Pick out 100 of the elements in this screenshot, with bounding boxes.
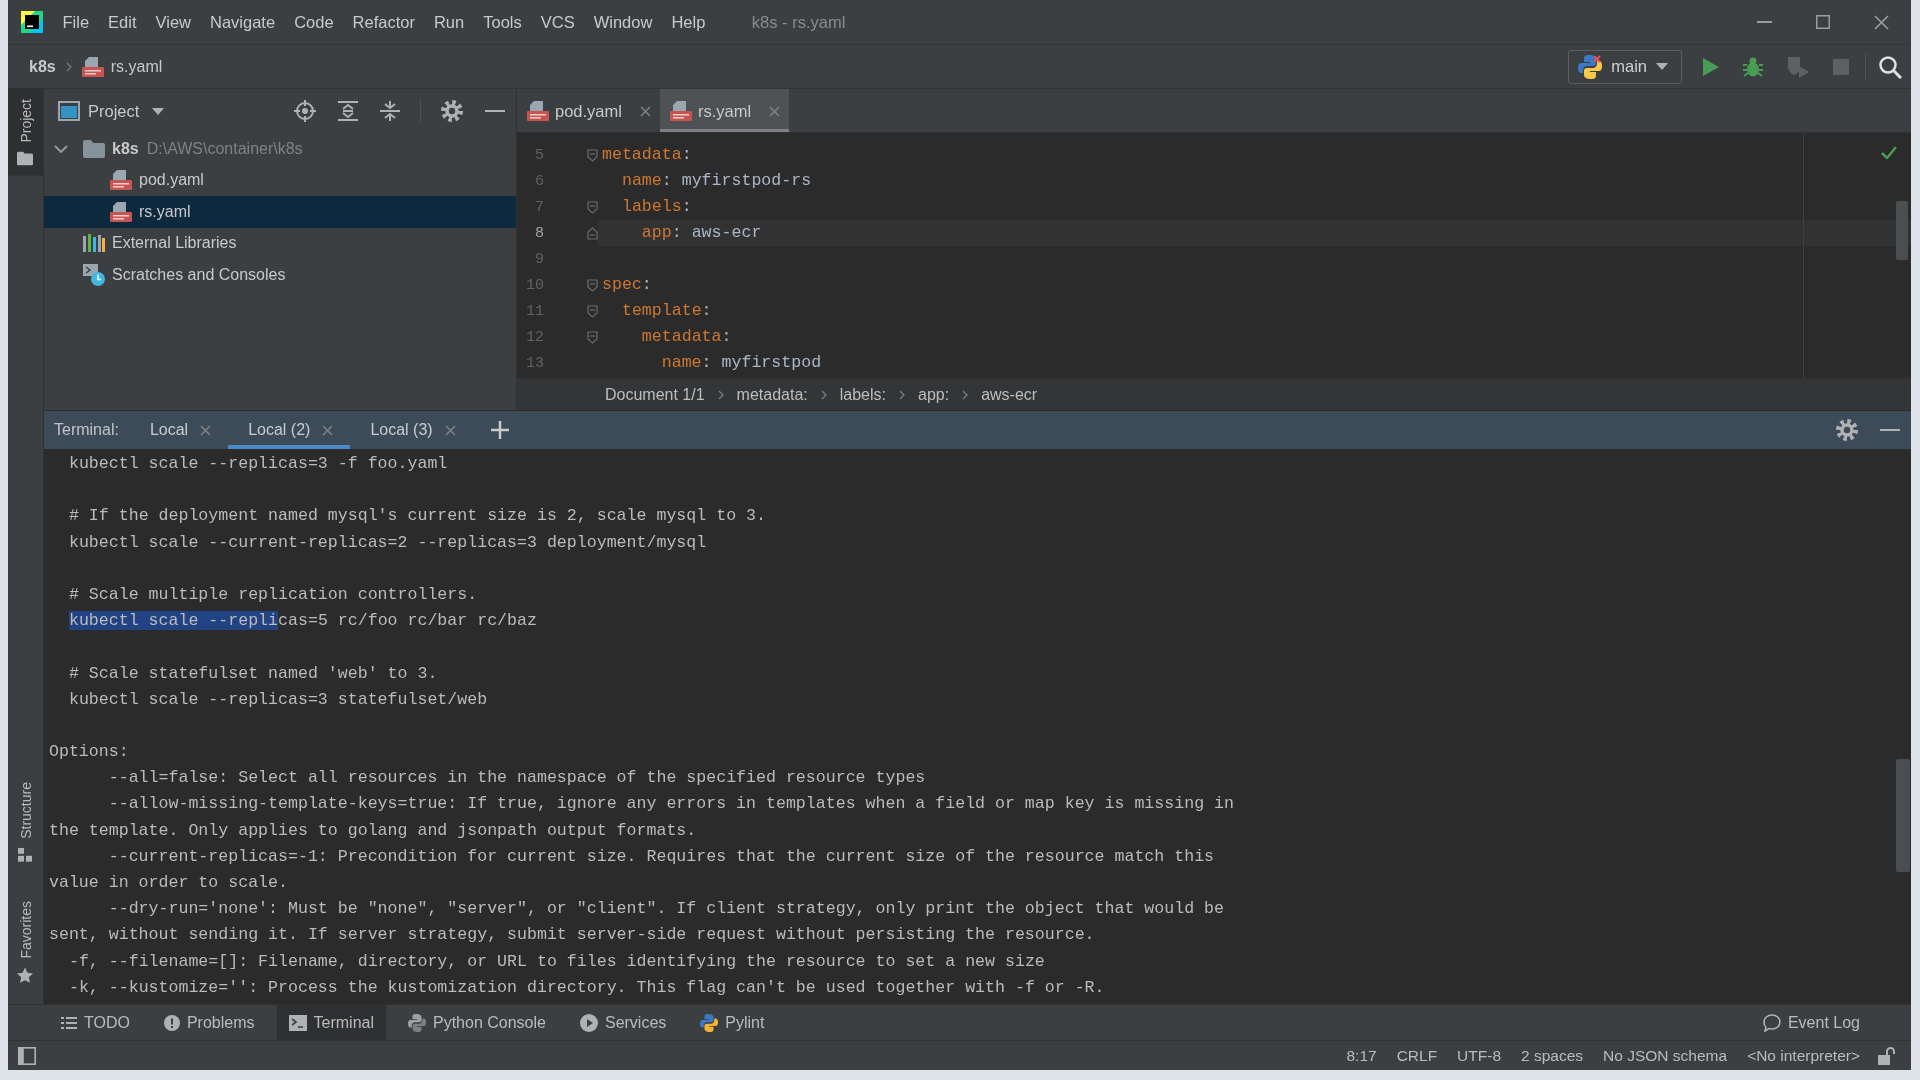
menu-item[interactable]: Run xyxy=(424,8,474,36)
status-item[interactable]: No JSON schema xyxy=(1593,1046,1738,1065)
search-icon[interactable] xyxy=(1878,54,1902,79)
crosshair-icon[interactable] xyxy=(294,100,316,122)
menu-item[interactable]: Refactor xyxy=(343,8,425,36)
run-icon[interactable] xyxy=(1703,57,1719,76)
tool-window-button[interactable]: Python Console xyxy=(396,1005,558,1040)
event-log-button[interactable]: Event Log xyxy=(1750,1005,1872,1040)
scrollbar-thumb[interactable] xyxy=(1896,201,1908,260)
shield-play-icon[interactable] xyxy=(1787,55,1809,78)
breadcrumb[interactable]: app: xyxy=(918,385,950,404)
chevron-down-icon[interactable] xyxy=(54,144,68,153)
fold-marker-icon[interactable] xyxy=(587,226,598,240)
terminal-line: -k, --kustomize='': Process the kustomization directory. This flag can't be used together with -f or -R. xyxy=(68,977,1105,997)
menu-item[interactable]: VCS xyxy=(531,8,585,36)
yaml-file-icon xyxy=(81,56,104,77)
yaml-file-icon xyxy=(527,101,549,121)
panel-title: Terminal: xyxy=(54,421,119,439)
code-line: labels: xyxy=(621,197,692,216)
menu-item[interactable]: File xyxy=(53,8,99,36)
menu-item[interactable]: Code xyxy=(284,8,344,36)
menu-item[interactable]: Help xyxy=(661,8,715,36)
tool-window-button[interactable]: TODO xyxy=(49,1005,142,1040)
breadcrumb[interactable]: aws-ecr xyxy=(981,385,1038,404)
fold-marker-icon[interactable] xyxy=(587,200,598,214)
tree-item[interactable]: Scratches and Consoles xyxy=(44,259,516,291)
padlock-icon[interactable] xyxy=(1878,1046,1895,1065)
status-item[interactable]: 8:17 xyxy=(1336,1046,1387,1065)
menu-item[interactable]: Window xyxy=(584,8,662,36)
editor-tab[interactable]: rs.yaml xyxy=(659,89,790,132)
status-item[interactable]: UTF-8 xyxy=(1447,1046,1512,1065)
caret-down-icon xyxy=(152,107,165,115)
stop-icon[interactable] xyxy=(1833,58,1849,75)
folder-icon xyxy=(17,151,34,166)
tool-window-button[interactable]: Pylint xyxy=(688,1005,777,1040)
speech-bubble-icon xyxy=(1762,1013,1781,1032)
tool-window-tab[interactable]: Favorites xyxy=(8,891,43,994)
terminal-tab[interactable]: Local xyxy=(129,411,229,449)
close-icon[interactable] xyxy=(769,105,781,117)
line-number: 11 xyxy=(525,302,544,320)
fold-marker-icon[interactable] xyxy=(587,330,598,344)
menu-item[interactable]: View xyxy=(146,8,201,36)
play-circle-icon xyxy=(579,1013,598,1032)
close-icon[interactable] xyxy=(200,424,212,436)
tree-item[interactable]: rs.yaml xyxy=(44,196,516,228)
chevron-icon xyxy=(717,389,724,400)
editor-tab[interactable]: pod.yaml xyxy=(517,89,660,132)
terminal-line: -f, --filename=[]: Filename, directory, or URL to files identifying the resource to set a new size xyxy=(68,951,1045,971)
chevron-icon xyxy=(820,389,827,400)
settings-icon[interactable] xyxy=(441,100,463,122)
breadcrumb[interactable]: k8s xyxy=(29,57,56,76)
window-close-icon[interactable] xyxy=(1874,14,1889,30)
code-line: name: myfirstpod-rs xyxy=(621,171,812,190)
line-number: 12 xyxy=(525,328,544,346)
tool-window-button[interactable]: Problems xyxy=(151,1005,267,1040)
menu-item[interactable]: Navigate xyxy=(200,8,285,36)
tree-item[interactable]: External Libraries xyxy=(44,227,516,259)
python-icon xyxy=(700,1013,719,1032)
python-icon xyxy=(1578,54,1603,79)
terminal-tab[interactable]: Local (3) xyxy=(350,411,473,449)
breadcrumb[interactable]: Document 1/1 xyxy=(605,385,705,404)
fold-marker-icon[interactable] xyxy=(587,278,598,292)
fold-marker-icon[interactable] xyxy=(587,304,598,318)
expand-all-icon[interactable] xyxy=(338,101,358,121)
tree-item[interactable]: pod.yaml xyxy=(44,164,516,196)
status-item[interactable]: CRLF xyxy=(1386,1046,1448,1065)
tool-window-button[interactable]: Services xyxy=(567,1005,679,1040)
plus-icon[interactable] xyxy=(490,421,509,439)
fold-marker-icon[interactable] xyxy=(587,148,598,162)
close-icon[interactable] xyxy=(639,105,651,117)
line-number: 8 xyxy=(534,224,544,242)
code-line: app: aws-ecr xyxy=(641,223,762,242)
run-config-dropdown[interactable]: main xyxy=(1568,49,1682,84)
tool-window-button[interactable]: Terminal xyxy=(276,1005,386,1040)
tool-window-tab[interactable]: Project xyxy=(8,89,43,176)
breadcrumb[interactable]: rs.yaml xyxy=(81,56,163,77)
tool-window-tab[interactable]: Structure xyxy=(8,771,43,872)
tree-item[interactable]: k8s D:\AWS\container\k8s xyxy=(44,133,516,165)
menu-item[interactable]: Edit xyxy=(98,8,147,36)
menu-item[interactable]: Tools xyxy=(473,8,532,36)
yaml-file-icon xyxy=(110,170,132,191)
settings-icon[interactable] xyxy=(1836,419,1858,441)
breadcrumb[interactable]: labels: xyxy=(839,385,886,404)
terminal-line: kubectl scale --replicas=3 statefulset/web xyxy=(68,689,488,709)
collapse-all-icon[interactable] xyxy=(380,101,400,121)
list-icon xyxy=(61,1015,77,1030)
close-icon[interactable] xyxy=(444,424,456,436)
line-number: 9 xyxy=(534,250,544,268)
breadcrumb[interactable]: metadata: xyxy=(736,385,808,404)
terminal-line: --all=false: Select all resources in the namespace of the specified resource types xyxy=(108,768,926,788)
close-icon[interactable] xyxy=(322,424,334,436)
square-icon[interactable] xyxy=(18,1046,36,1065)
status-item[interactable]: <No interpreter> xyxy=(1737,1046,1870,1065)
status-item[interactable]: 2 spaces xyxy=(1511,1046,1594,1065)
project-view-dropdown[interactable]: Project xyxy=(58,101,165,121)
chevron-icon xyxy=(962,389,969,400)
window-maximize-icon[interactable] xyxy=(1816,15,1830,29)
bug-icon[interactable] xyxy=(1743,56,1763,77)
scrollbar-thumb[interactable] xyxy=(1896,759,1910,872)
star-icon xyxy=(17,968,34,984)
